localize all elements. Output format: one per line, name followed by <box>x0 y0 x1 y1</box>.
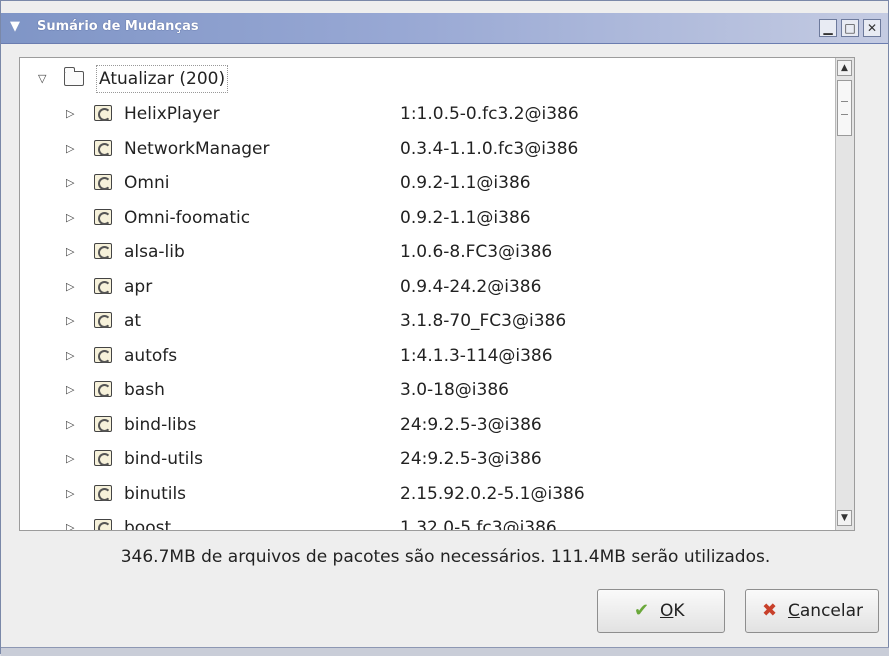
collapsed-triangle-icon[interactable]: ▷ <box>66 477 80 511</box>
scrollbar-thumb[interactable] <box>837 80 852 136</box>
package-name: bind-libs <box>124 414 197 435</box>
cancel-button-label: Cancelar <box>788 601 864 621</box>
package-version: 3.0-18@i386 <box>400 380 509 400</box>
tree-row[interactable]: ▷ binutils 2.15.92.0.2-5.1@i386 <box>20 477 854 511</box>
package-version: 24:9.2.5-3@i386 <box>400 414 542 435</box>
package-name: bash <box>124 380 165 400</box>
package-name: at <box>124 311 142 331</box>
package-icon <box>94 139 112 156</box>
package-icon <box>94 415 112 432</box>
change-summary-dialog: ▼ Sumário de Mudanças ▁ □ ✕ ▽ Atualizar … <box>0 0 889 656</box>
package-icon <box>94 312 112 328</box>
package-name: bind-utils <box>124 449 203 469</box>
package-version: 0.9.2-1.1@i386 <box>400 173 531 193</box>
package-name: NetworkManager <box>124 138 270 159</box>
package-version: 0.3.4-1.1.0.fc3@i386 <box>400 138 579 159</box>
collapsed-triangle-icon[interactable]: ▷ <box>66 235 80 269</box>
package-version: 0.9.2-1.1@i386 <box>400 207 531 228</box>
package-name: Omni <box>124 173 170 193</box>
tree-row[interactable]: ▷ autofs 1:4.1.3-114@i386 <box>20 339 854 373</box>
collapsed-triangle-icon[interactable]: ▷ <box>66 132 80 166</box>
scroll-down-icon: ▼ <box>841 513 848 523</box>
collapsed-triangle-icon[interactable]: ▷ <box>66 511 80 530</box>
maximize-icon: □ <box>844 21 856 35</box>
cancel-button[interactable]: ✖ Cancelar <box>745 589 879 633</box>
minimize-button[interactable]: ▁ <box>819 19 837 37</box>
collapsed-triangle-icon[interactable]: ▷ <box>66 201 80 235</box>
expanded-triangle-icon[interactable]: ▽ <box>38 62 52 96</box>
package-version: 1:1.0.5-0.fc3.2@i386 <box>400 104 579 124</box>
tree-row[interactable]: ▷ bind-libs 24:9.2.5-3@i386 <box>20 408 854 442</box>
package-version: 1.32.0-5.fc3@i386 <box>400 518 557 531</box>
package-icon <box>94 381 112 397</box>
tree-row[interactable]: ▷ Omni-foomatic 0.9.2-1.1@i386 <box>20 201 854 235</box>
package-version: 2.15.92.0.2-5.1@i386 <box>400 483 585 504</box>
tree-row[interactable]: ▷ bind-utils 24:9.2.5-3@i386 <box>20 442 854 476</box>
tree-row[interactable]: ▷ at 3.1.8-70_FC3@i386 <box>20 304 854 338</box>
tree-row[interactable]: ▷ HelixPlayer 1:1.0.5-0.fc3.2@i386 <box>20 97 854 131</box>
tree-root-label: Atualizar (200) <box>96 65 229 93</box>
package-version: 24:9.2.5-3@i386 <box>400 449 542 469</box>
package-version: 0.9.4-24.2@i386 <box>400 276 542 297</box>
tree-row[interactable]: ▷ apr 0.9.4-24.2@i386 <box>20 270 854 304</box>
tree-root-row[interactable]: ▽ Atualizar (200) <box>20 62 854 96</box>
package-icon <box>94 105 112 121</box>
package-version: 1.0.6-8.FC3@i386 <box>400 242 553 262</box>
package-icon <box>94 243 112 259</box>
maximize-button[interactable]: □ <box>841 19 859 37</box>
close-button[interactable]: ✕ <box>863 19 881 37</box>
collapsed-triangle-icon[interactable]: ▷ <box>66 166 80 200</box>
tree-row[interactable]: ▷ alsa-lib 1.0.6-8.FC3@i386 <box>20 235 854 269</box>
checkmark-icon: ✔ <box>634 600 650 621</box>
collapsed-triangle-icon[interactable]: ▷ <box>66 373 80 407</box>
package-name: Omni-foomatic <box>124 207 251 228</box>
close-icon: ✕ <box>866 21 878 35</box>
collapsed-triangle-icon[interactable]: ▷ <box>66 442 80 476</box>
ok-button[interactable]: ✔ OK <box>597 589 725 633</box>
chevron-down-icon[interactable]: ▼ <box>7 20 23 34</box>
window-title: Sumário de Mudanças <box>37 19 199 34</box>
package-icon <box>94 208 112 225</box>
package-name: autofs <box>124 345 178 366</box>
vertical-scrollbar[interactable]: ▲ ▼ <box>835 58 854 530</box>
package-icon <box>94 519 112 530</box>
package-name: apr <box>124 276 153 297</box>
package-icon <box>94 346 112 363</box>
package-name: HelixPlayer <box>124 104 220 124</box>
collapsed-triangle-icon[interactable]: ▷ <box>66 270 80 304</box>
package-version: 1:4.1.3-114@i386 <box>400 345 553 366</box>
package-name: binutils <box>124 483 187 504</box>
collapsed-triangle-icon[interactable]: ▷ <box>66 304 80 338</box>
tree-row[interactable]: ▷ Omni 0.9.2-1.1@i386 <box>20 166 854 200</box>
package-tree[interactable]: ▽ Atualizar (200) ▷ HelixPlayer 1:1.0.5-0.… <box>19 57 855 531</box>
ok-button-label: OK <box>660 601 685 621</box>
title-bar[interactable]: ▼ Sumário de Mudanças ▁ □ ✕ <box>1 13 888 44</box>
tree-row[interactable]: ▷ bash 3.0-18@i386 <box>20 373 854 407</box>
minimize-icon: ▁ <box>823 21 833 35</box>
package-icon <box>94 484 112 501</box>
package-name: alsa-lib <box>124 242 185 262</box>
package-icon <box>94 174 112 190</box>
collapsed-triangle-icon[interactable]: ▷ <box>66 97 80 131</box>
collapsed-triangle-icon[interactable]: ▷ <box>66 339 80 373</box>
scroll-down-button[interactable]: ▼ <box>837 510 852 526</box>
package-icon <box>94 450 112 466</box>
tree-row[interactable]: ▷ NetworkManager 0.3.4-1.1.0.fc3@i386 <box>20 132 854 166</box>
package-name: boost <box>124 518 172 531</box>
collapsed-triangle-icon[interactable]: ▷ <box>66 408 80 442</box>
package-version: 3.1.8-70_FC3@i386 <box>400 311 567 331</box>
scroll-up-icon: ▲ <box>841 63 848 73</box>
package-icon <box>94 277 112 294</box>
status-message: 346.7MB de arquivos de pacotes são neces… <box>120 547 771 567</box>
tree-row[interactable]: ▷ boost 1.32.0-5.fc3@i386 <box>20 511 854 531</box>
window-bottom-edge <box>1 647 889 656</box>
cancel-x-icon: ✖ <box>762 600 778 621</box>
scroll-up-button[interactable]: ▲ <box>837 60 852 76</box>
folder-icon <box>64 67 84 86</box>
